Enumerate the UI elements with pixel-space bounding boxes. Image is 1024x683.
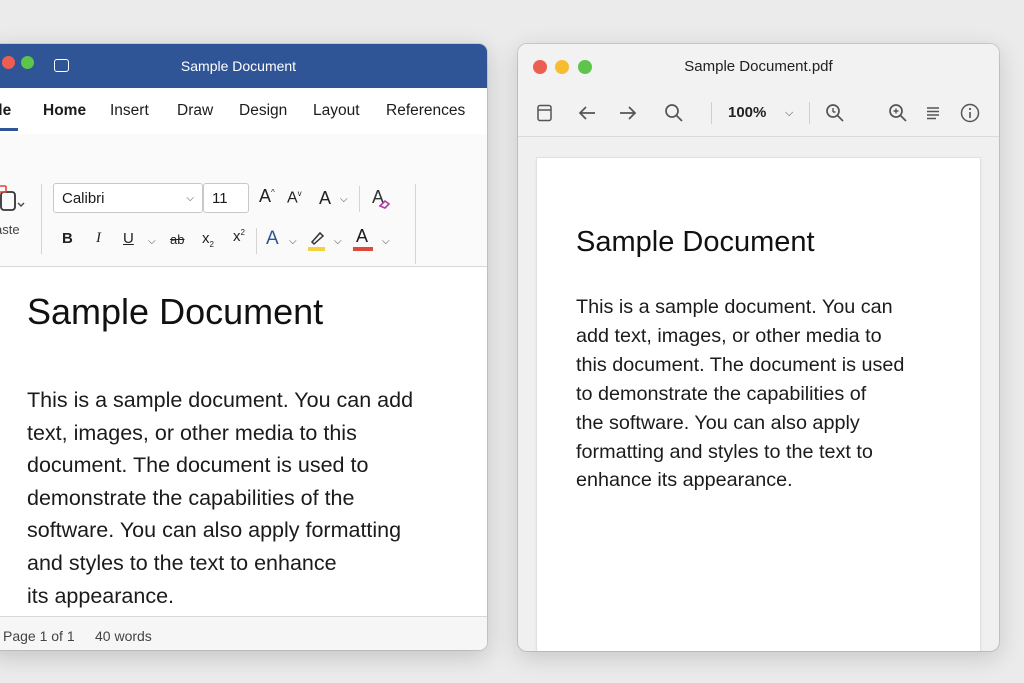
- search-icon: [665, 104, 683, 122]
- pdf-viewer-window: Sample Document.pdf 100% ⌵ Sample Docume…: [518, 44, 999, 651]
- bold-button[interactable]: B: [62, 230, 73, 247]
- ribbon-divider: [41, 184, 42, 254]
- shrink-font-button[interactable]: Av: [287, 189, 302, 207]
- info-icon: [960, 103, 980, 123]
- word-window-title: Sample Document: [180, 58, 297, 74]
- clipboard-icon: [0, 185, 25, 211]
- document-canvas[interactable]: Sample Document This is a sample documen…: [0, 267, 487, 650]
- search-button[interactable]: [662, 90, 686, 136]
- chevron-down-icon[interactable]: ⌵: [334, 236, 342, 247]
- tab-references[interactable]: References: [386, 88, 465, 134]
- strikethrough-button[interactable]: ab: [170, 232, 184, 247]
- pdf-toolbar: 100% ⌵: [518, 90, 999, 137]
- highlight-button[interactable]: [307, 228, 327, 252]
- subscript-button[interactable]: x2: [202, 230, 214, 249]
- superscript-button[interactable]: x2: [233, 228, 245, 245]
- grow-font-button[interactable]: A^: [259, 186, 275, 207]
- underline-button[interactable]: U: [123, 230, 134, 247]
- body-line: its appearance.: [27, 583, 175, 608]
- change-case-button[interactable]: A: [319, 188, 331, 209]
- font-color-button[interactable]: A: [352, 226, 374, 252]
- font-color-bar: [353, 247, 373, 251]
- active-tab-indicator: [0, 128, 18, 131]
- word-count[interactable]: 40 words: [95, 617, 152, 650]
- body-line: This is a sample document. You can add: [27, 388, 414, 412]
- toolbar-divider: [809, 102, 810, 124]
- chevron-down-icon[interactable]: ⌵: [289, 236, 297, 247]
- body-line: the software. You can also apply: [576, 411, 860, 434]
- word-window: Sample Document ile Home Insert Draw Des…: [0, 44, 487, 650]
- body-line: demonstrate the capabilities of the: [27, 485, 355, 510]
- pdf-window-title: Sample Document.pdf: [684, 58, 833, 75]
- chevron-down-icon[interactable]: ⌵: [785, 107, 793, 120]
- font-name-select[interactable]: Calibri ⌵: [53, 183, 203, 213]
- body-line: document. The document is used to: [27, 453, 369, 478]
- document-heading: Sample Document: [27, 291, 324, 332]
- clear-formatting-button[interactable]: A: [370, 186, 392, 210]
- body-line: formatting and styles to the text to: [576, 440, 873, 463]
- italic-button[interactable]: I: [96, 230, 101, 247]
- info-button[interactable]: [958, 90, 982, 136]
- grow-font-icon: A: [259, 186, 272, 206]
- subscript-icon: x: [202, 230, 210, 247]
- sidebar-icon: [537, 104, 552, 122]
- shrink-font-icon: A: [287, 189, 298, 207]
- toolbar-divider: [711, 102, 712, 124]
- ribbon-home-panel: aste Calibri ⌵ 11 A^ Av A ⌵ A B I: [0, 134, 487, 267]
- pdf-body: This is a sample document. You can add t…: [576, 293, 951, 495]
- body-line: and styles to the text to enhance: [27, 550, 337, 575]
- ribbon-divider: [359, 186, 360, 212]
- status-bar: Page 1 of 1 40 words: [0, 616, 487, 650]
- word-title-bar: Sample Document: [0, 44, 487, 88]
- tab-layout[interactable]: Layout: [313, 88, 360, 134]
- zoom-in-button[interactable]: [886, 90, 910, 136]
- forward-button[interactable]: [616, 90, 640, 136]
- chevron-down-icon[interactable]: ⌵: [148, 236, 156, 247]
- zoom-level[interactable]: 100%: [728, 90, 766, 136]
- font-name-value: Calibri: [62, 190, 105, 207]
- font-color-icon: A: [356, 226, 369, 246]
- text-lines-icon: [927, 107, 939, 120]
- ribbon-divider: [415, 184, 416, 264]
- tab-insert[interactable]: Insert: [110, 88, 149, 134]
- highlighter-icon: [308, 231, 325, 251]
- body-line: This is a sample document. You can: [576, 296, 893, 318]
- body-line: software. You can also apply formatting: [27, 518, 402, 543]
- body-line: add text, images, or other media to: [576, 324, 882, 347]
- zoom-out-button[interactable]: [823, 90, 847, 136]
- page-count[interactable]: Page 1 of 1: [3, 617, 75, 650]
- tab-draw[interactable]: Draw: [177, 88, 213, 134]
- zoom-out-icon: [826, 104, 844, 122]
- chevron-down-icon[interactable]: ⌵: [340, 194, 348, 205]
- body-line: this document. The document is used: [576, 353, 905, 376]
- arrow-left-icon: [578, 106, 595, 120]
- font-size-value: 11: [212, 190, 228, 207]
- paste-label: aste: [0, 222, 20, 237]
- markup-button[interactable]: [922, 90, 944, 136]
- clear-formatting-icon: A: [372, 187, 391, 209]
- pdf-page[interactable]: Sample Document This is a sample documen…: [537, 158, 980, 651]
- chevron-down-icon: ⌵: [186, 193, 194, 204]
- arrow-right-icon: [620, 106, 637, 120]
- pdf-heading: Sample Document: [576, 226, 815, 258]
- document-body: This is a sample document. You can add t…: [27, 384, 457, 612]
- paste-button[interactable]: aste: [0, 182, 32, 244]
- body-line: text, images, or other media to this: [27, 420, 357, 445]
- ribbon-tabs: ile Home Insert Draw Design Layout Refer…: [0, 88, 487, 134]
- font-size-field[interactable]: 11: [203, 183, 249, 213]
- change-case-icon: A: [319, 188, 332, 208]
- tab-design[interactable]: Design: [239, 88, 287, 134]
- ribbon-divider: [256, 228, 257, 254]
- back-button[interactable]: [575, 90, 599, 136]
- zoom-in-icon: [889, 104, 907, 122]
- superscript-icon: x: [233, 228, 241, 245]
- pdf-title-bar: Sample Document.pdf: [518, 44, 999, 90]
- sidebar-toggle-button[interactable]: [534, 90, 556, 136]
- text-effects-button[interactable]: A: [266, 228, 279, 250]
- tab-home[interactable]: Home: [43, 88, 86, 134]
- chevron-down-icon[interactable]: ⌵: [382, 236, 390, 247]
- body-line: enhance its appearance.: [576, 469, 793, 492]
- body-line: to demonstrate the capabilities of: [576, 382, 867, 405]
